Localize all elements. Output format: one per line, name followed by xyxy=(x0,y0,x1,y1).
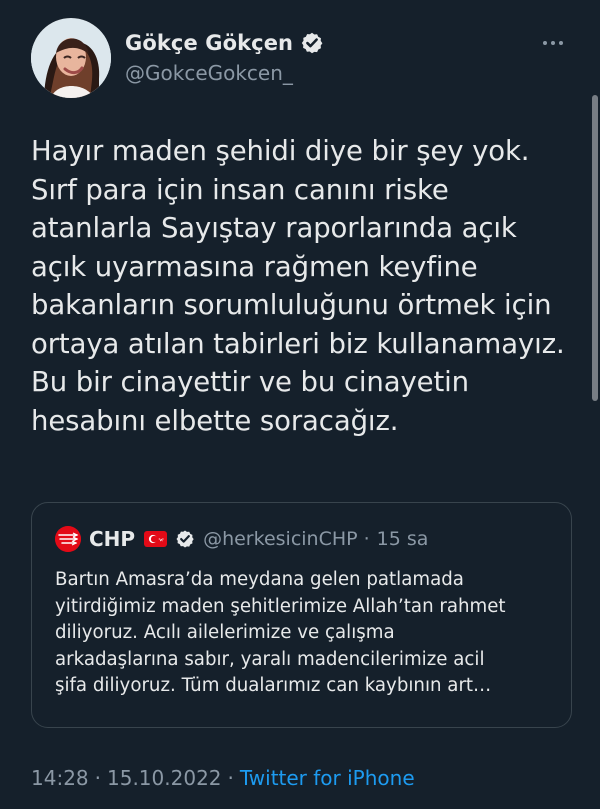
tweet-text-line: ortaya atılan tabirleri biz kullanamayız… xyxy=(31,327,565,360)
more-options-button[interactable] xyxy=(538,31,568,55)
metadata-separator-dot: · xyxy=(227,766,234,790)
tweet-date[interactable]: 15.10.2022 xyxy=(107,766,222,790)
tweet-text-line: açık uyarmasına rağmen keyfine xyxy=(31,250,478,283)
tweet-text: Hayır maden şehidi diye bir şey yok. Sır… xyxy=(31,132,579,440)
quoted-display-name[interactable]: CHP xyxy=(89,527,135,551)
vertical-scrollbar[interactable] xyxy=(592,95,598,401)
quoted-tweet-text: Bartın Amasra’da meydana gelen patlamada… xyxy=(55,567,561,700)
tweet-metadata: 14:28 · 15.10.2022 · Twitter for iPhone xyxy=(31,763,415,793)
turkey-flag-icon xyxy=(144,531,168,547)
author-avatar[interactable] xyxy=(31,18,111,98)
more-horizontal-icon-dot-3 xyxy=(559,41,563,45)
quoted-text-line: yitirdiğimiz maden şehitlerimize Allah’t… xyxy=(55,595,506,617)
quoted-tweet-card[interactable]: CHP @herkesicinCHP · 15 sa Bartın Amasra… xyxy=(31,502,572,728)
quoted-text-line: arkadaşlarına sabır, yaralı madencilerim… xyxy=(55,648,485,670)
quoted-tweet-header: CHP @herkesicinCHP · 15 sa xyxy=(55,524,428,554)
tweet-text-line: Sırf para için insan canını riske xyxy=(31,173,449,206)
quoted-text-line: şifa diliyoruz. Tüm dualarımız can kaybı… xyxy=(55,675,492,696)
chp-six-arrows-icon xyxy=(55,526,81,552)
tweet-text-line: atanlarla Sayıştay raporlarında açık xyxy=(31,212,517,244)
chp-logo-avatar[interactable] xyxy=(55,526,81,552)
quoted-handle[interactable]: @herkesicinCHP xyxy=(203,528,358,550)
tweet-source-link[interactable]: Twitter for iPhone xyxy=(240,766,415,790)
more-horizontal-icon-dot-2 xyxy=(551,41,555,45)
tweet-time[interactable]: 14:28 xyxy=(31,766,89,790)
more-horizontal-icon-dot-1 xyxy=(543,41,547,45)
tweet-text-line: Hayır maden şehidi diye bir şey yok. xyxy=(31,135,530,167)
author-photo xyxy=(31,18,111,98)
tweet-detail: Gökçe Gökçen @GokceGokcen_ Hayır maden ş… xyxy=(0,0,600,809)
verified-badge-icon xyxy=(301,32,323,53)
quoted-verified-badge-icon xyxy=(176,530,194,548)
quoted-time[interactable]: 15 sa xyxy=(377,528,429,550)
quoted-text-line: Bartın Amasra’da meydana gelen patlamada xyxy=(55,569,464,590)
author-block: Gökçe Gökçen @GokceGokcen_ xyxy=(125,27,485,97)
author-name-row: Gökçe Gökçen xyxy=(125,27,485,58)
quoted-separator-dot: · xyxy=(363,528,370,550)
tweet-text-line: hesabını elbette soracağız. xyxy=(31,404,399,437)
tweet-text-line: bakanların sorumluluğunu örtmek için xyxy=(31,289,552,321)
author-handle[interactable]: @GokceGokcen_ xyxy=(125,59,485,87)
author-display-name[interactable]: Gökçe Gökçen xyxy=(125,31,293,55)
tweet-text-line: Bu bir cinayettir ve bu cinayetin xyxy=(31,366,470,398)
metadata-separator-dot: · xyxy=(94,766,101,790)
quoted-text-line: diliyoruz. Acılı ailelerimize ve çalışma xyxy=(55,622,395,643)
